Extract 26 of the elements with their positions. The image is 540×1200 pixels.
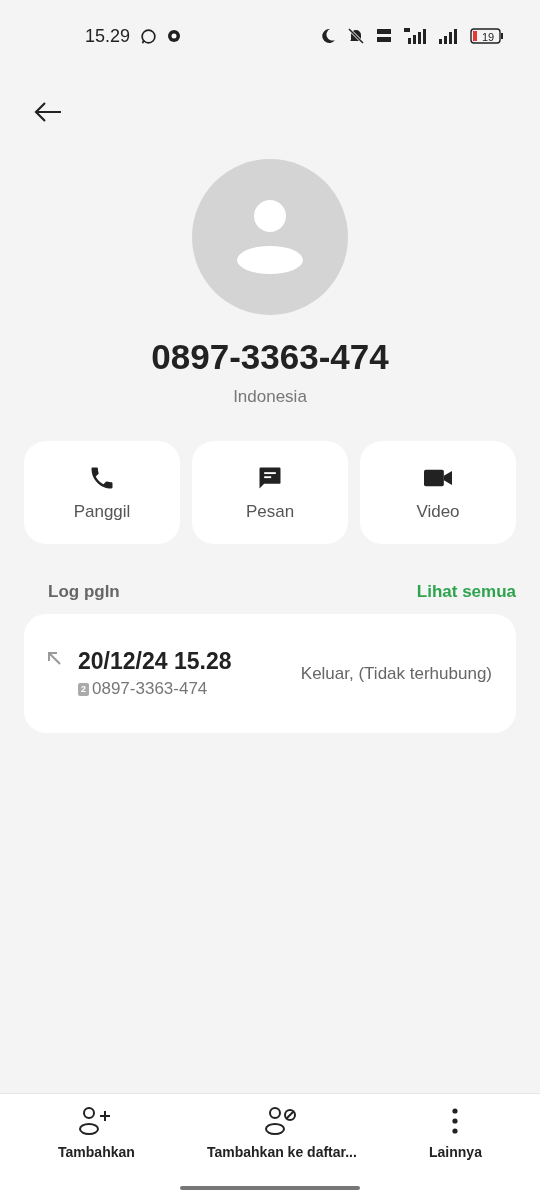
more-button[interactable]: Lainnya — [421, 1106, 490, 1160]
signal-icon — [402, 28, 428, 44]
section-title: Log pgln — [48, 582, 120, 602]
phone-number: 0897-3363-474 — [151, 337, 389, 377]
sim-icon: 2 — [78, 682, 89, 696]
browser-icon — [167, 29, 182, 43]
location: Indonesia — [233, 387, 307, 407]
muted-bell-icon — [346, 27, 366, 45]
more-icon — [451, 1106, 460, 1136]
call-button[interactable]: Panggil — [24, 441, 180, 544]
battery-icon: 19 — [470, 28, 504, 44]
message-button[interactable]: Pesan — [192, 441, 348, 544]
call-status: Keluar, (Tidak terhubung) — [300, 663, 492, 684]
signal-icon — [438, 28, 460, 44]
person-icon — [237, 200, 303, 274]
add-button[interactable]: Tambahkan — [50, 1106, 143, 1160]
chat-app-icon — [140, 27, 158, 45]
call-number: 0897-3363-474 — [92, 679, 208, 699]
call-log-card[interactable]: 20/12/24 15.28 2 0897-3363-474 Keluar, (Tidak terhubung) — [24, 614, 516, 733]
status-time: 15.29 — [85, 25, 131, 47]
outgoing-arrow-icon — [46, 650, 62, 666]
call-datetime: 20/12/24 15.28 — [78, 648, 232, 675]
moon-icon — [320, 28, 336, 44]
back-arrow-icon — [34, 101, 62, 123]
block-button[interactable]: Tambahkan ke daftar... — [198, 1106, 365, 1160]
video-button[interactable]: Video — [360, 441, 516, 544]
